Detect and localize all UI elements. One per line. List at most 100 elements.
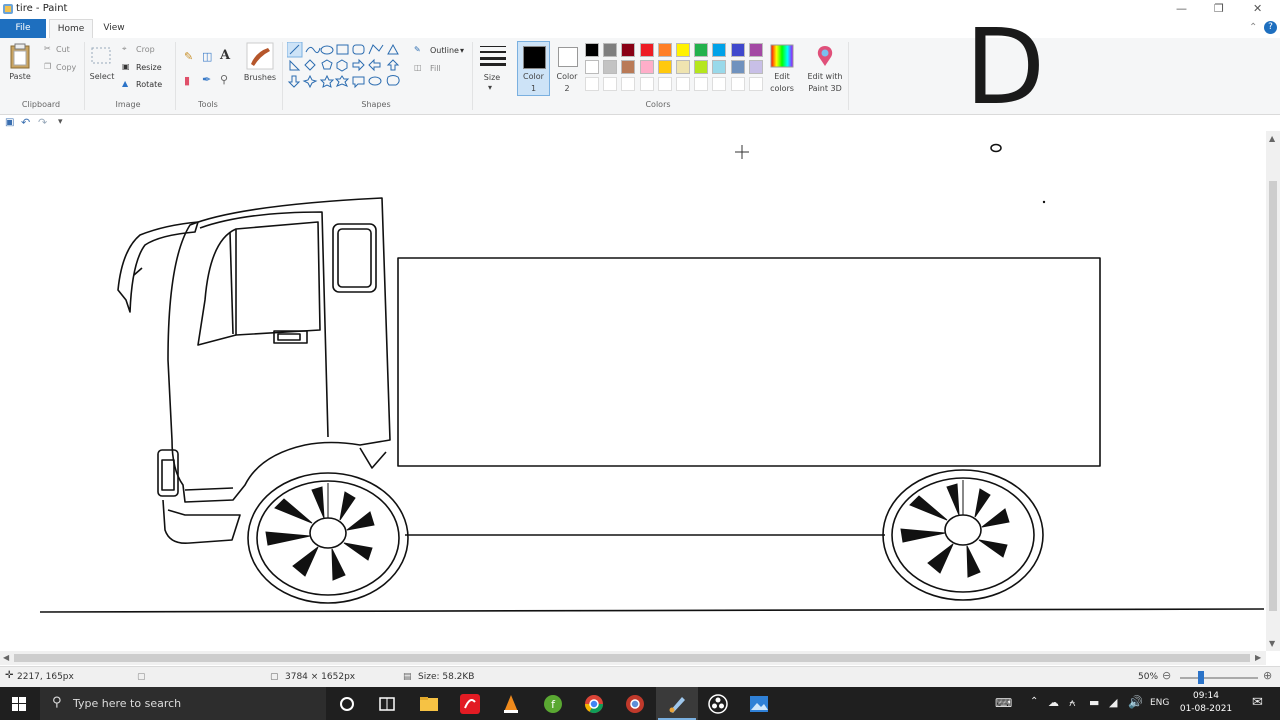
palette-swatch[interactable] (748, 43, 763, 57)
outline-dropdown-icon[interactable]: ▾ (460, 46, 464, 55)
pencil-icon[interactable]: ✎ (184, 50, 193, 63)
zoom-in-icon[interactable]: ⊕ (1263, 669, 1272, 682)
custom-color-slot[interactable] (585, 77, 599, 91)
paste-icon[interactable] (9, 42, 31, 70)
color2-swatch[interactable] (558, 47, 578, 67)
scroll-down-icon[interactable]: ▼ (1269, 639, 1275, 648)
color-picker-icon[interactable]: ✒ (202, 73, 211, 86)
volume-icon[interactable]: 🔊 (1128, 695, 1143, 709)
obs-icon[interactable] (707, 693, 729, 715)
horizontal-scrollbar[interactable]: ◀ ▶ (0, 651, 1266, 665)
undo-icon[interactable]: ↶ (21, 116, 30, 129)
windows-start-icon[interactable] (12, 697, 26, 711)
custom-color-slot[interactable] (712, 77, 727, 91)
cortana-icon[interactable] (336, 693, 358, 715)
taskbar-search[interactable]: ⚲ Type here to search (40, 687, 326, 720)
palette-swatch[interactable] (712, 60, 727, 74)
save-icon[interactable]: ▣ (5, 117, 14, 128)
palette-swatch[interactable] (603, 60, 618, 74)
clock[interactable]: 09:14 01-08-2021 (1170, 690, 1242, 716)
vlc-icon[interactable] (500, 693, 522, 715)
custom-color-slot[interactable] (694, 77, 709, 91)
battery-icon[interactable]: ▬ (1089, 696, 1099, 709)
cloud-icon[interactable]: ☁ (1048, 696, 1059, 709)
custom-color-slot[interactable] (748, 77, 763, 91)
network-icon[interactable]: ◢ (1109, 696, 1117, 709)
tab-home[interactable]: Home (49, 19, 93, 40)
brushes-icon[interactable] (246, 42, 274, 70)
maximize-icon[interactable]: ❐ (1214, 2, 1224, 15)
collapse-ribbon-icon[interactable]: ⌃ (1249, 22, 1257, 33)
select-label[interactable]: Select (88, 72, 116, 81)
cut-icon[interactable]: ✂ (44, 44, 51, 53)
palette-swatch[interactable] (621, 43, 636, 57)
custom-color-slot[interactable] (621, 77, 636, 91)
green-app-icon[interactable]: f (542, 693, 564, 715)
zoom-slider[interactable] (1180, 677, 1258, 679)
palette-swatch[interactable] (657, 60, 672, 74)
custom-color-slot[interactable] (676, 77, 690, 91)
keyboard-icon[interactable]: ⌨ (995, 696, 1012, 710)
custom-color-slot[interactable] (730, 77, 745, 91)
zoom-slider-thumb[interactable] (1198, 671, 1204, 684)
customize-qat-icon[interactable]: ▾ (58, 117, 63, 127)
show-hidden-icons[interactable]: ⌃ (1030, 696, 1038, 707)
zoom-out-icon[interactable]: ⊖ (1162, 669, 1171, 682)
palette-swatch[interactable] (603, 43, 618, 57)
copy-label[interactable]: Copy (56, 63, 76, 72)
custom-color-slot[interactable] (639, 77, 654, 91)
scroll-left-icon[interactable]: ◀ (3, 653, 9, 662)
color1-label[interactable]: Color (517, 72, 550, 81)
fill-icon[interactable]: ◫ (414, 63, 422, 72)
vertical-scroll-thumb[interactable] (1269, 181, 1277, 611)
language-indicator[interactable]: ENG (1150, 698, 1169, 708)
tab-file[interactable]: File (0, 19, 46, 38)
paint-taskbar-active[interactable] (656, 687, 698, 720)
fill-bucket-icon[interactable]: ◫ (202, 50, 212, 63)
shapes-gallery[interactable] (287, 42, 405, 94)
crop-label[interactable]: Crop (136, 45, 155, 54)
chrome-icon[interactable] (583, 693, 605, 715)
vertical-scrollbar[interactable]: ▲ ▼ (1266, 131, 1280, 651)
chrome-profile-icon[interactable] (624, 693, 646, 715)
copy-icon[interactable]: ❐ (44, 62, 51, 71)
horizontal-scroll-thumb[interactable] (14, 654, 1250, 662)
palette-swatch[interactable] (676, 60, 690, 74)
palette-swatch[interactable] (748, 60, 763, 74)
paint3d-label-1[interactable]: Edit with (804, 72, 846, 81)
color2-label[interactable]: Color (552, 72, 582, 81)
size-icon[interactable] (479, 44, 507, 66)
palette-swatch[interactable] (676, 43, 690, 57)
microphone-icon[interactable]: ⍲ (1069, 696, 1076, 710)
task-view-icon[interactable] (376, 693, 398, 715)
paint3d-icon[interactable] (813, 44, 837, 68)
tab-view[interactable]: View (96, 19, 132, 38)
magnifier-icon[interactable]: ⚲ (220, 73, 228, 86)
custom-color-slot[interactable] (603, 77, 618, 91)
scroll-right-icon[interactable]: ▶ (1255, 653, 1261, 662)
cut-label[interactable]: Cut (56, 45, 70, 54)
fill-label[interactable]: Fill (430, 64, 441, 73)
outline-icon[interactable]: ✎ (414, 45, 421, 54)
minimize-icon[interactable]: — (1176, 2, 1187, 15)
rotate-label[interactable]: Rotate (136, 80, 162, 89)
paint3d-label-2[interactable]: Paint 3D (804, 84, 846, 93)
drawing-canvas[interactable] (0, 131, 1266, 651)
brushes-label[interactable]: Brushes (242, 73, 278, 82)
custom-color-slot[interactable] (657, 77, 672, 91)
scroll-up-icon[interactable]: ▲ (1269, 134, 1275, 143)
text-tool-icon[interactable]: A (220, 48, 230, 63)
size-dropdown-icon[interactable]: ▾ (488, 83, 492, 92)
palette-swatch[interactable] (712, 43, 727, 57)
size-label[interactable]: Size (480, 73, 504, 82)
canvas-area[interactable] (0, 131, 1266, 651)
palette-swatch[interactable] (694, 43, 709, 57)
resize-icon[interactable]: ▣ (122, 62, 130, 71)
help-icon[interactable]: ? (1264, 21, 1277, 34)
palette-swatch[interactable] (730, 60, 745, 74)
redo-icon[interactable]: ↷ (38, 116, 47, 129)
palette-swatch[interactable] (657, 43, 672, 57)
edit-colors-label-2[interactable]: colors (764, 84, 800, 93)
palette-swatch[interactable] (639, 60, 654, 74)
palette-swatch[interactable] (621, 60, 636, 74)
